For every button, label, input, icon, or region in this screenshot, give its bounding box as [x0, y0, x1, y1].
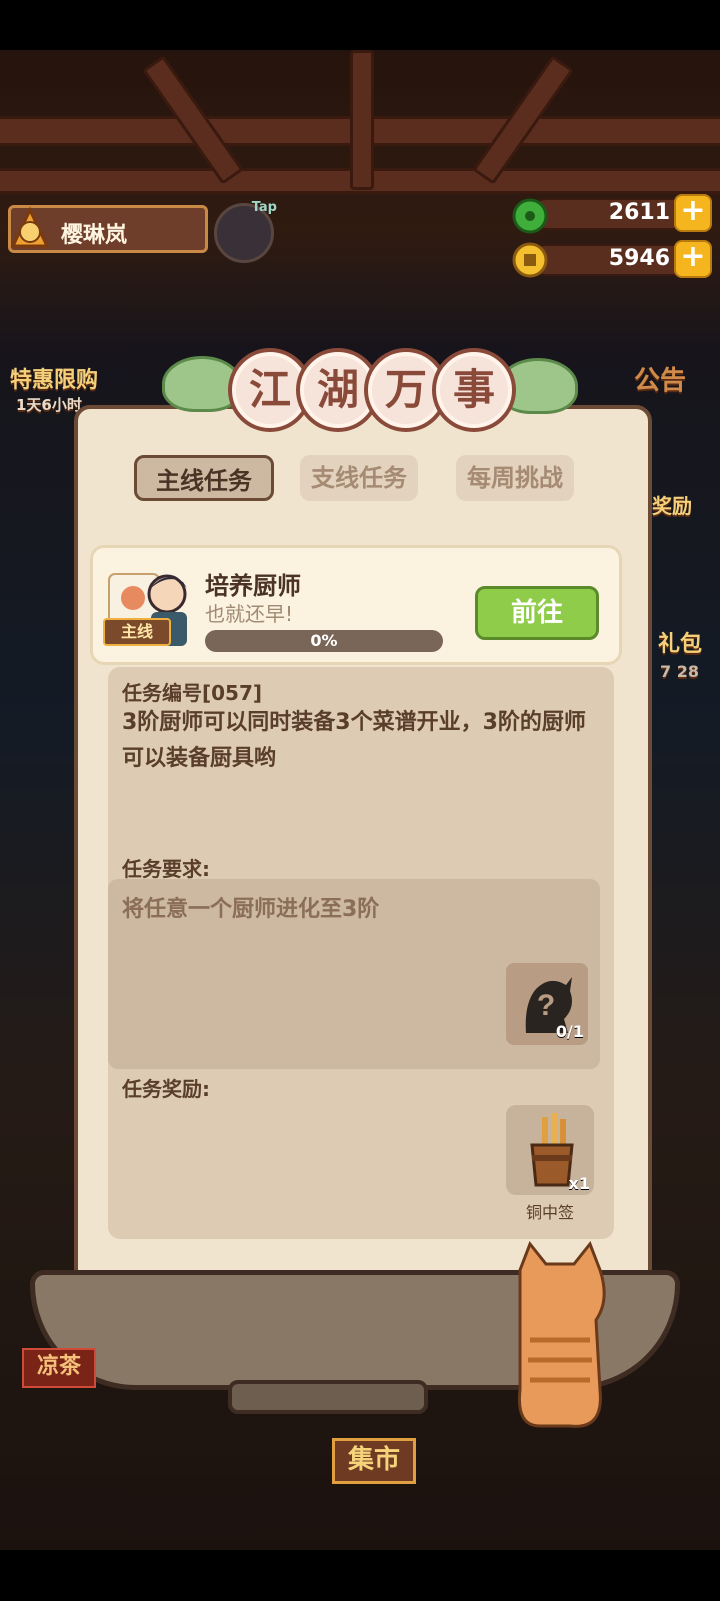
task-card: 主线 培养厨师 也就还早! 0% 前往: [90, 545, 622, 665]
quest-dialog: 主线任务 支线任务 每周挑战 主线 培养厨师 也就还早! 0% 前往 任务编号[…: [74, 405, 652, 1285]
add-jade-button[interactable]: +: [674, 194, 712, 232]
title-char: 事: [432, 348, 516, 432]
bowl-foot: [228, 1380, 428, 1414]
task-progress-bar: 0%: [205, 630, 443, 652]
tap-avatar-button[interactable]: Tap: [214, 200, 277, 263]
tab-side-quest[interactable]: 支线任务: [300, 455, 418, 501]
jade-currency: 2611 +: [510, 194, 712, 234]
reward-label: 任务奖励:: [122, 1077, 210, 1101]
player-rank-icon: [10, 206, 50, 248]
add-gold-button[interactable]: +: [674, 240, 712, 278]
task-subtitle: 也就还早!: [205, 602, 294, 626]
dialog-title: 江 湖 万 事: [162, 348, 588, 438]
task-description: 3阶厨师可以同时装备3个菜谱开业，3阶的厨师可以装备厨具哟: [122, 710, 586, 771]
requirement-count: 0/1: [555, 1022, 584, 1041]
gold-currency: 5946 +: [510, 240, 712, 278]
requirement-text: 将任意一个厨师进化至3阶: [122, 897, 380, 922]
quest-tabs: 主线任务 支线任务 每周挑战: [134, 455, 594, 505]
cat-icon: [517, 1241, 606, 1428]
jade-value: 2611: [608, 200, 670, 225]
task-number: 任务编号[057]: [122, 681, 263, 705]
gold-value: 5946: [608, 246, 670, 271]
requirement-label: 任务要求:: [122, 857, 210, 881]
reward-name: 铜中签: [525, 1203, 574, 1222]
limited-offer-label[interactable]: 特惠限购: [10, 362, 98, 394]
reward-slot[interactable]: x1: [506, 1105, 594, 1195]
tab-weekly-challenge[interactable]: 每周挑战: [456, 455, 574, 501]
cool-tea-sign[interactable]: 凉茶: [22, 1348, 96, 1388]
tab-main-quest[interactable]: 主线任务: [134, 455, 274, 501]
go-button[interactable]: 前往: [475, 586, 599, 640]
task-name: 培养厨师: [205, 572, 301, 600]
player-name: 樱琳岚: [61, 223, 128, 248]
reward-side-label[interactable]: 奖励: [652, 490, 692, 519]
reward-count: x1: [568, 1174, 590, 1193]
main-quest-tag: 主线: [103, 618, 171, 646]
jade-coin-icon: [512, 198, 548, 234]
market-button[interactable]: 集市: [332, 1438, 416, 1484]
requirement-box: 将任意一个厨师进化至3阶 ? 0/1: [108, 879, 600, 1069]
player-name-plate[interactable]: 樱琳岚: [8, 205, 208, 253]
limited-offer-timer: 1天6小时: [16, 396, 82, 414]
svg-text:?: ?: [537, 989, 555, 1022]
gift-pack-label[interactable]: 礼包: [658, 626, 702, 658]
notice-label[interactable]: 公告: [634, 360, 686, 397]
tap-label: Tap: [251, 200, 277, 215]
gold-coin-icon: [512, 242, 548, 278]
gift-pack-count: 7 28: [660, 662, 699, 681]
requirement-slot[interactable]: ? 0/1: [506, 963, 588, 1045]
progress-text: 0%: [310, 631, 338, 650]
